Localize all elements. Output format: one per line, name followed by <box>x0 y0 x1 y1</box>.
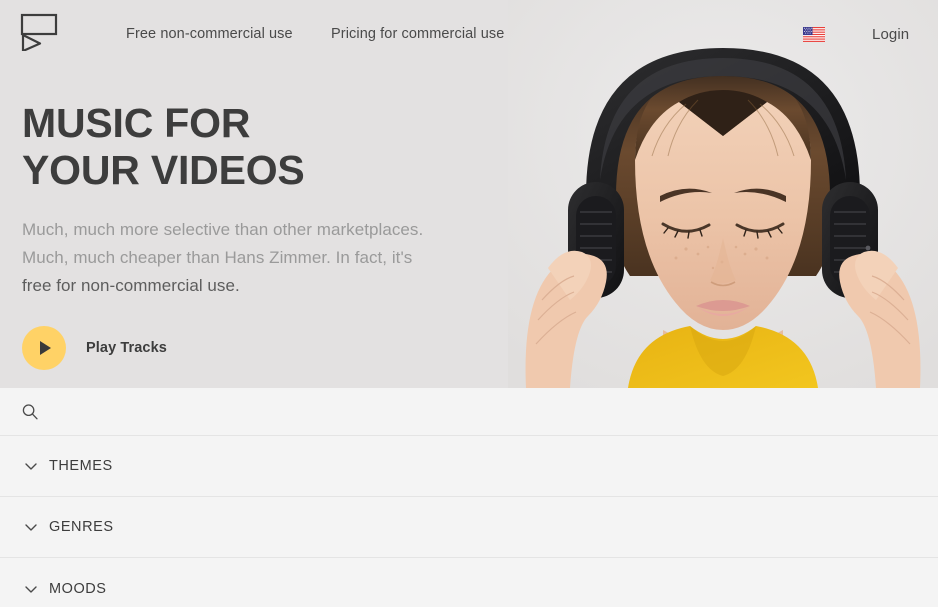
hero-section: Free non-commercial use Pricing for comm… <box>0 0 938 388</box>
nav-free-noncommercial[interactable]: Free non-commercial use <box>126 26 293 42</box>
hero-copy: MUSIC FOR YOUR VIDEOS Much, much more se… <box>22 100 502 370</box>
accordion-themes[interactable]: THEMES <box>0 436 938 497</box>
play-tracks-label[interactable]: Play Tracks <box>86 340 167 356</box>
chevron-down-icon <box>24 582 38 596</box>
accordion-moods[interactable]: MOODS <box>0 558 938 607</box>
page-title: MUSIC FOR YOUR VIDEOS <box>22 100 502 194</box>
page-root: Free non-commercial use Pricing for comm… <box>0 0 938 607</box>
play-tracks-row: Play Tracks <box>22 326 502 370</box>
headline-line-1: MUSIC FOR <box>22 100 251 146</box>
play-triangle-icon <box>40 341 51 355</box>
headline-line-2: YOUR VIDEOS <box>22 147 305 193</box>
filter-panel: THEMES GENRES MOODS <box>0 388 938 607</box>
subcopy-line-3: free for non-commercial use. <box>22 276 240 295</box>
accordion-moods-label: MOODS <box>49 580 107 597</box>
subcopy-line-2: Much, much cheaper than Hans Zimmer. In … <box>22 248 413 267</box>
hero-subcopy: Much, much more selective than other mar… <box>22 216 502 300</box>
flag-play-logo[interactable] <box>20 13 64 53</box>
accordion-themes-label: THEMES <box>49 458 113 474</box>
chevron-down-icon <box>24 520 38 534</box>
search-row[interactable] <box>0 388 938 436</box>
subcopy-line-1: Much, much more selective than other mar… <box>22 220 424 239</box>
search-input[interactable] <box>51 388 918 435</box>
accordion-genres-label: GENRES <box>49 519 114 535</box>
search-icon[interactable] <box>21 403 39 421</box>
chevron-down-icon <box>24 459 38 473</box>
top-navigation-bar: Free non-commercial use Pricing for comm… <box>0 0 938 70</box>
us-flag-icon[interactable] <box>803 27 825 42</box>
login-link[interactable]: Login <box>872 26 909 43</box>
play-tracks-button[interactable] <box>22 326 66 370</box>
accordion-genres[interactable]: GENRES <box>0 497 938 558</box>
nav-pricing-commercial[interactable]: Pricing for commercial use <box>331 26 504 42</box>
